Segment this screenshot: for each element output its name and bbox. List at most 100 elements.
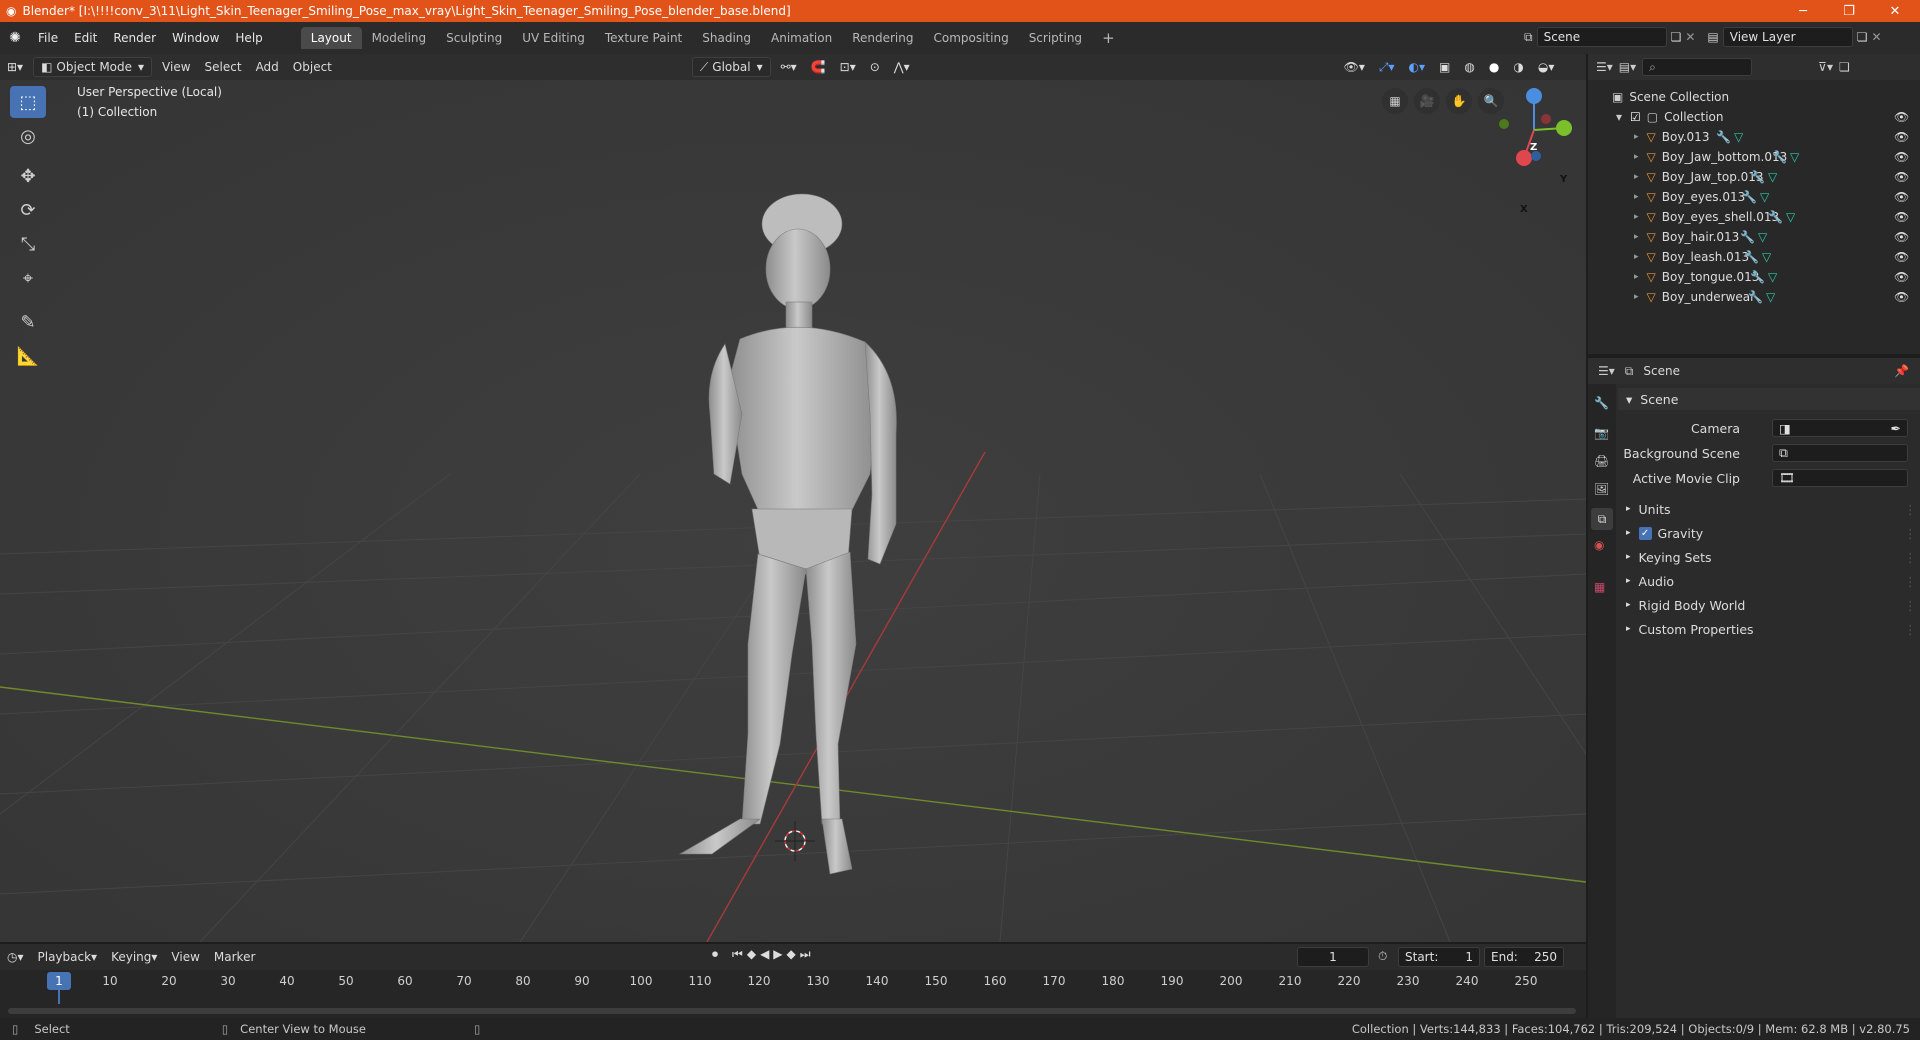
pan-view-icon[interactable]: ✋ (1446, 88, 1472, 114)
modifier-wrench-icon[interactable]: 🔧 (1772, 150, 1787, 164)
viewport-scene[interactable] (0, 54, 1586, 942)
pin-icon[interactable]: 📌 (1894, 364, 1909, 378)
rotate-tool[interactable]: ⟳ (10, 194, 46, 226)
mesh-data-icon[interactable]: ▽ (1768, 270, 1777, 284)
outliner-item[interactable]: ▸ ▽ Boy_leash.013 🔧 ▽ 👁 (1588, 247, 1920, 267)
orientation-selector[interactable]: ⟋ Global ▾ (691, 57, 771, 77)
scene-selector[interactable]: Scene (1536, 27, 1667, 47)
close-button[interactable]: ✕ (1872, 0, 1918, 22)
expand-right-icon[interactable]: ▸ (1634, 132, 1639, 142)
play-icon[interactable]: ▶ (773, 947, 782, 962)
mesh-data-icon[interactable]: ▽ (1758, 230, 1767, 244)
falloff-icon[interactable]: ⋀▾ (887, 57, 917, 77)
editor-type-icon[interactable]: ⊞▾ (0, 57, 30, 77)
eye-icon[interactable]: 👁 (1894, 110, 1909, 124)
drag-handle-icon[interactable]: ⋮⋮ (1904, 526, 1920, 541)
expand-right-icon[interactable]: ▸ (1634, 252, 1639, 262)
next-keyframe-icon[interactable]: ◆ (787, 947, 796, 962)
modifier-wrench-icon[interactable]: 🔧 (1740, 230, 1755, 244)
gravity-checkbox-icon[interactable]: ✓ (1638, 526, 1652, 540)
eye-icon[interactable]: 👁 (1894, 150, 1909, 164)
modifier-wrench-icon[interactable]: 🔧 (1748, 290, 1763, 304)
menu-select[interactable]: Select (198, 57, 249, 77)
outliner-item[interactable]: ▸ ▽ Boy_hair.013 🔧 ▽ 👁 (1588, 227, 1920, 247)
view-layer-selector[interactable]: View Layer (1722, 27, 1853, 47)
new-scene-icon[interactable]: ❏ (1671, 30, 1682, 44)
modifier-wrench-icon[interactable]: 🔧 (1744, 250, 1759, 264)
delete-scene-icon[interactable]: ✕ (1685, 30, 1695, 44)
start-frame-field[interactable]: Start: 1 (1398, 947, 1480, 967)
property-section-header[interactable]: ▸Custom Properties⋮⋮ (1618, 618, 1920, 640)
eye-icon[interactable]: 👁 (1894, 210, 1909, 224)
checkbox-icon[interactable]: ☑ (1630, 110, 1641, 124)
timeline-ruler[interactable]: 1 10 20 30 40 50 60 70 80 90 100 110 120 130 140 150 16… (0, 970, 1586, 1018)
texture-tab-icon[interactable]: ▦ (1594, 580, 1605, 594)
mesh-data-icon[interactable]: ▽ (1734, 130, 1743, 144)
wireframe-shading-icon[interactable]: ◍ (1457, 57, 1481, 77)
transform-tool[interactable]: ⌖ (10, 262, 46, 294)
menu-render[interactable]: Render (105, 27, 164, 49)
mesh-data-icon[interactable]: ▽ (1790, 150, 1799, 164)
solid-shading-icon[interactable]: ● (1482, 57, 1506, 77)
stopwatch-icon[interactable]: ⏱ (1378, 949, 1387, 964)
camera-field[interactable]: ◨ ✒ (1772, 419, 1908, 437)
jump-start-icon[interactable]: ⏮ (732, 947, 743, 962)
outliner-scene-collection[interactable]: ▣ Scene Collection (1588, 87, 1920, 107)
timeline-editor[interactable]: ◷▾ Playback ▾ Keying ▾ View Marker ⏺ ⏮ ◆… (0, 944, 1586, 1018)
outliner-item[interactable]: ▸ ▽ Boy_Jaw_bottom.013 🔧 ▽ 👁 (1588, 147, 1920, 167)
snap-icon[interactable]: 🧲 (804, 57, 833, 77)
menu-edit[interactable]: Edit (66, 27, 105, 49)
mesh-data-icon[interactable]: ▽ (1762, 250, 1771, 264)
display-mode-icon[interactable]: ▤▾ (1619, 60, 1636, 74)
rendered-shading-icon[interactable]: ◒▾ (1531, 57, 1562, 77)
tab-animation[interactable]: Animation (761, 27, 842, 49)
outliner-editor-type-icon[interactable]: ☰▾ (1596, 60, 1613, 74)
menu-view[interactable]: View (155, 57, 197, 77)
expand-right-icon[interactable]: ▸ (1634, 272, 1639, 282)
eye-icon[interactable]: 👁 (1894, 170, 1909, 184)
play-reverse-icon[interactable]: ◀ (760, 947, 769, 962)
current-frame-field[interactable]: 1 (1297, 947, 1369, 967)
filter-icon[interactable]: ⊽▾ (1818, 60, 1833, 74)
outliner-search-input[interactable]: ⌕ (1642, 58, 1753, 76)
mesh-data-icon[interactable]: ▽ (1786, 210, 1795, 224)
expand-right-icon[interactable]: ▸ (1634, 152, 1639, 162)
modifier-wrench-icon[interactable]: 🔧 (1750, 270, 1765, 284)
property-section-header[interactable]: ▸✓Gravity⋮⋮ (1618, 522, 1920, 544)
drag-handle-icon[interactable]: ⋮⋮ (1904, 574, 1920, 589)
blender-menu-icon[interactable]: ✺ (0, 30, 30, 46)
menu-file[interactable]: File (30, 27, 66, 49)
playhead[interactable]: 1 (47, 972, 71, 990)
modifier-wrench-icon[interactable]: 🔧 (1742, 190, 1757, 204)
property-section-header[interactable]: ▸Keying Sets⋮⋮ (1618, 546, 1920, 568)
tab-layout[interactable]: Layout (300, 27, 362, 49)
tab-sculpting[interactable]: Sculpting (436, 27, 512, 49)
eye-icon[interactable]: 👁 (1894, 130, 1909, 144)
measure-tool[interactable]: 📐 (10, 340, 46, 372)
snap-target-icon[interactable]: ⊡▾ (833, 57, 863, 77)
scale-tool[interactable]: ⤡ (10, 228, 46, 260)
outliner-item[interactable]: ▸ ▽ Boy_Jaw_top.013 🔧 ▽ 👁 (1588, 167, 1920, 187)
eye-icon[interactable]: 👁 (1894, 230, 1909, 244)
properties-editor-type-icon[interactable]: ☰▾ (1598, 364, 1615, 378)
expand-right-icon[interactable]: ▸ (1634, 172, 1639, 182)
restore-button[interactable]: ❐ (1826, 0, 1872, 22)
mode-selector[interactable]: ◧ Object Mode ▾ (33, 57, 153, 77)
tab-texture-paint[interactable]: Texture Paint (595, 27, 692, 49)
outliner-item[interactable]: ▸ ▽ Boy_tongue.013 🔧 ▽ 👁 (1588, 267, 1920, 287)
eye-icon[interactable]: 👁 (1894, 290, 1909, 304)
annotate-tool[interactable]: ✎ (10, 306, 46, 338)
scene-tab-icon[interactable]: ⧉ (1591, 508, 1613, 530)
cursor-tool[interactable]: ◎ (10, 120, 46, 152)
menu-marker[interactable]: Marker (207, 947, 262, 967)
gizmo-toggle-icon[interactable]: ⤢▾ (1372, 57, 1402, 77)
mesh-data-icon[interactable]: ▽ (1760, 190, 1769, 204)
menu-window[interactable]: Window (164, 27, 227, 49)
menu-timeline-view[interactable]: View (164, 947, 206, 967)
tab-uv-editing[interactable]: UV Editing (512, 27, 595, 49)
material-shading-icon[interactable]: ◑ (1506, 57, 1530, 77)
modifier-wrench-icon[interactable]: 🔧 (1716, 130, 1731, 144)
menu-playback[interactable]: Playback ▾ (31, 947, 105, 967)
property-section-header[interactable]: ▸Audio⋮⋮ (1618, 570, 1920, 592)
overlay-toggle-icon[interactable]: ◐▾ (1402, 57, 1433, 77)
